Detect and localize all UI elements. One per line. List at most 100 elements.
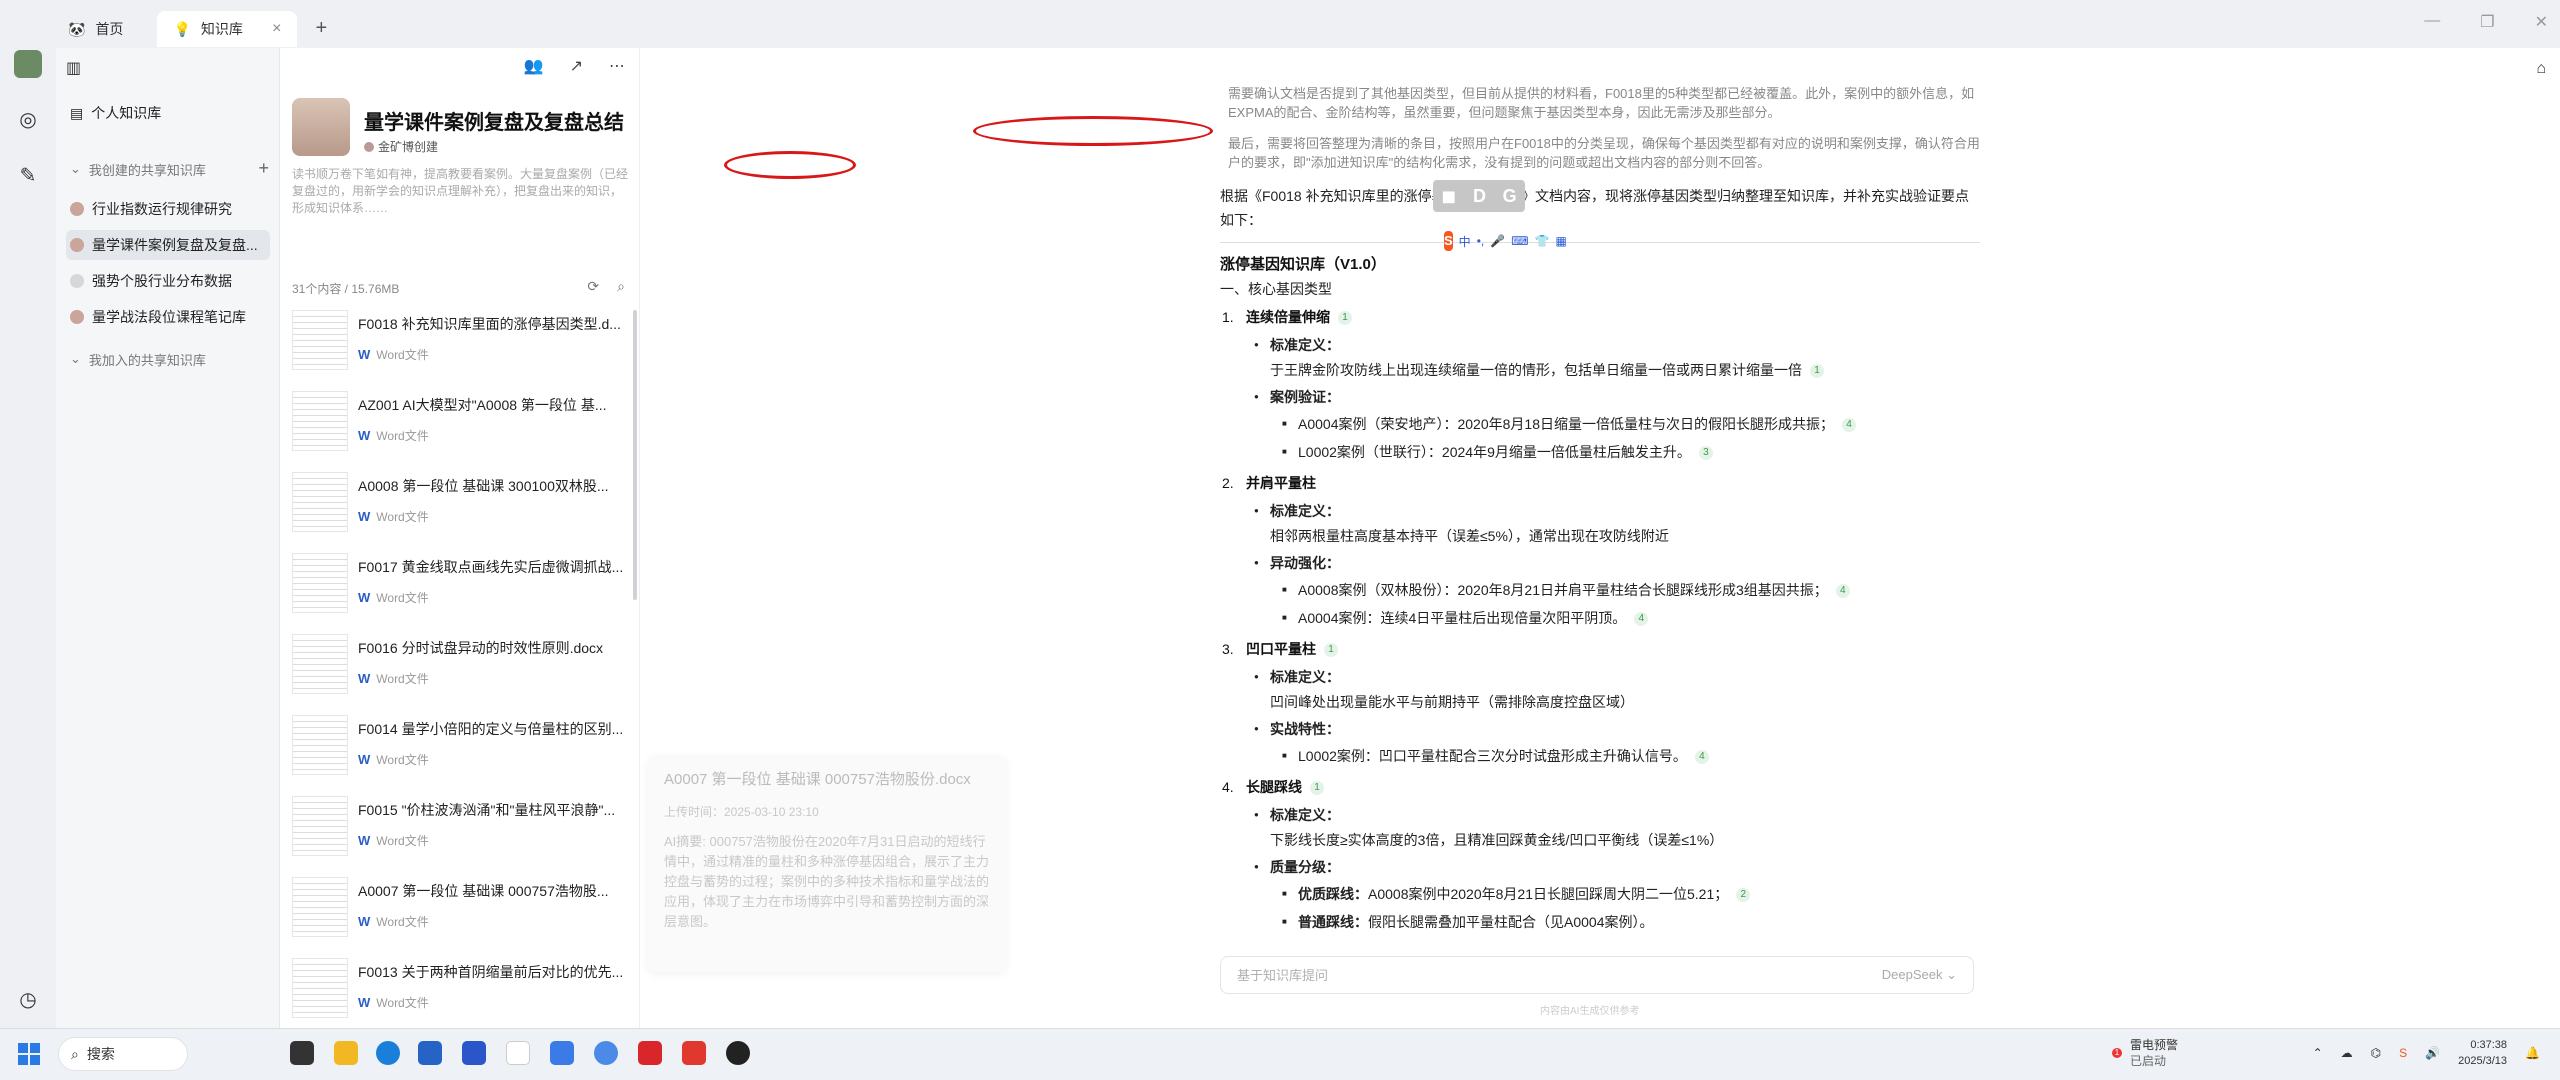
question-input[interactable]: [1221, 957, 1781, 993]
word-icon: W: [358, 671, 371, 686]
sidebar-item-kb-3[interactable]: 强势个股行业分布数据: [66, 266, 270, 296]
notification-bell-icon[interactable]: 🔔: [2525, 1046, 2540, 1060]
store-icon[interactable]: [418, 1041, 442, 1065]
document-item[interactable]: F0017 黄金线取点画线先实后虚微调抓战... W Word文件: [292, 553, 632, 633]
clean-icon[interactable]: ⌂: [2536, 60, 2546, 78]
sub-label: 案例验证：: [1220, 384, 1980, 410]
citation-badge[interactable]: 1: [1324, 643, 1338, 658]
sidebar-toggle-icon[interactable]: ▥: [66, 58, 81, 78]
cloud-off-icon[interactable]: ☁: [2341, 1046, 2353, 1060]
kb-avatar-icon: [70, 238, 84, 252]
punct-icon[interactable]: •,: [1477, 234, 1485, 248]
gene-type-item: 1.连续倍量伸缩1标准定义：于王牌金阶攻防线上出现连续缩量一倍的情形，包括单日缩…: [1220, 304, 1980, 466]
kb-cover-avatar: [292, 98, 350, 156]
ime-panel[interactable]: ◼ D G: [1433, 180, 1525, 212]
kb-avatar-icon: [70, 274, 84, 288]
sogou-tray-icon[interactable]: S: [2399, 1046, 2407, 1060]
citation-badge[interactable]: 4: [1835, 584, 1850, 599]
preview-title: A0007 第一段位 基础课 000757浩物股份.docx: [664, 771, 971, 788]
citation-badge[interactable]: 1: [1810, 364, 1824, 379]
citation-badge[interactable]: 4: [1634, 612, 1649, 627]
edge-icon[interactable]: [376, 1041, 400, 1065]
document-item[interactable]: F0013 关于两种首阴缩量前后对比的优先... W Word文件: [292, 958, 632, 1028]
citation-badge[interactable]: 2: [1736, 888, 1751, 903]
gene-type-heading: 2. 并肩平量柱: [1220, 470, 1980, 496]
close-window-icon[interactable]: ✕: [2535, 12, 2548, 32]
more-icon[interactable]: ⋯: [609, 56, 625, 76]
ime-letter-d: D: [1472, 185, 1486, 206]
document-item[interactable]: F0018 补充知识库里面的涨停基因类型.d... W Word文件: [292, 310, 632, 390]
ime-toolbar[interactable]: S 中 •, 🎤 ⌨ 👕 ▦: [1444, 230, 1567, 252]
sidebar-section-joined[interactable]: ⌄ 我加入的共享知识库: [66, 344, 270, 374]
citation-badge[interactable]: 1: [1310, 781, 1324, 796]
volume-icon[interactable]: 🔊: [2425, 1046, 2440, 1060]
doc-thumbnail: [292, 472, 348, 532]
network-icon[interactable]: ⌬: [2371, 1046, 2381, 1060]
citation-badge[interactable]: 4: [1694, 750, 1709, 765]
task-view-icon[interactable]: [290, 1041, 314, 1065]
gene-type-heading: 3. 凹口平量柱 1: [1220, 636, 1980, 662]
discover-icon[interactable]: ◎: [16, 108, 40, 132]
doc-type: W Word文件: [358, 832, 429, 849]
history-icon[interactable]: ◷: [16, 988, 40, 1012]
citation-badge[interactable]: 1: [1338, 311, 1352, 326]
document-item[interactable]: F0014 量学小倍阳的定义与倍量柱的区别... W Word文件: [292, 715, 632, 795]
panda-app-icon[interactable]: [506, 1041, 530, 1065]
skin-icon[interactable]: 👕: [1535, 234, 1550, 248]
user-avatar[interactable]: [14, 50, 42, 78]
model-select[interactable]: DeepSeek ⌄: [1882, 967, 1957, 983]
taskbar-search[interactable]: ⌕ 搜索: [58, 1037, 188, 1071]
clock[interactable]: 0:37:38 2025/3/13: [2458, 1037, 2507, 1069]
add-tab-button[interactable]: +: [315, 17, 327, 40]
sidebar-item-kb-4[interactable]: 量学战法段位课程笔记库: [66, 302, 270, 332]
weather-title: 雷电预警: [2130, 1038, 2179, 1052]
item-number: 4.: [1222, 779, 1234, 795]
refresh-icon[interactable]: ⟳: [587, 278, 599, 295]
tab-home[interactable]: 🐼 首页: [52, 11, 139, 47]
pdf-icon[interactable]: [638, 1041, 662, 1065]
answer-heading: 涨停基因知识库（V1.0）: [1220, 256, 1386, 273]
document-item[interactable]: A0008 第一段位 基础课 300100双林股... W Word文件: [292, 472, 632, 552]
grid-icon[interactable]: ▦: [1555, 234, 1566, 248]
document-item[interactable]: F0016 分时试盘异动的时效性原则.docx W Word文件: [292, 634, 632, 714]
edit-icon[interactable]: ✎: [16, 164, 40, 188]
add-kb-icon[interactable]: +: [258, 158, 269, 179]
document-item[interactable]: F0015 "价柱波涛汹涌"和"量柱风平浪静"... W Word文件: [292, 796, 632, 876]
windows-start-icon[interactable]: [18, 1043, 40, 1065]
ime-lang[interactable]: 中: [1459, 233, 1471, 250]
sidebar-item-kb-1[interactable]: 行业指数运行规律研究: [66, 194, 270, 224]
pen-icon[interactable]: [462, 1041, 486, 1065]
definition-text: 凹间峰处出现量能水平与前期持平（需排除高度控盘区域）: [1220, 690, 1980, 714]
members-icon[interactable]: 👥: [524, 56, 544, 76]
preview-summary: AI摘要: 000757浩物股份在2020年7月31日启动的短线行情中，通过精准…: [664, 834, 990, 929]
qq-icon[interactable]: [726, 1041, 750, 1065]
file-explorer-icon[interactable]: [334, 1041, 358, 1065]
document-item[interactable]: AZ001 AI大模型对"A0008 第一段位 基... W Word文件: [292, 391, 632, 471]
sidebar-item-personal-kb[interactable]: ▤ 个人知识库: [66, 98, 270, 128]
sidebar-item-kb-2[interactable]: 量学课件案例复盘及复盘...: [66, 230, 270, 260]
keyboard-icon[interactable]: ⌨: [1511, 234, 1528, 248]
weather-widget[interactable]: 1 雷电预警 已启动: [2112, 1037, 2178, 1069]
browser-icon[interactable]: [594, 1041, 618, 1065]
thinking-paragraph-1: 需要确认文档是否提到了其他基因类型，但目前从提供的材料看，F0018里的5种类型…: [1228, 86, 1975, 120]
citation-badge[interactable]: 3: [1698, 446, 1713, 461]
maximize-icon[interactable]: ❐: [2480, 12, 2494, 32]
search-icon[interactable]: ⌕: [617, 278, 625, 295]
minimize-icon[interactable]: —: [2424, 12, 2440, 32]
document-item[interactable]: A0007 第一段位 基础课 000757浩物股... W Word文件: [292, 877, 632, 957]
case-bullet: A0004案例（荣安地产）：2020年8月18日缩量一倍低量柱与次日的假阳长腿形…: [1220, 410, 1980, 438]
share-icon[interactable]: ↗: [570, 56, 583, 76]
tab-knowledge-base[interactable]: 💡 知识库 ×: [157, 11, 298, 47]
citation-badge[interactable]: 4: [1841, 418, 1856, 433]
chevron-up-icon[interactable]: ⌃: [2313, 1046, 2323, 1060]
word-icon: W: [358, 995, 371, 1010]
item-title: 连续倍量伸缩: [1246, 309, 1330, 325]
wps-icon[interactable]: [682, 1041, 706, 1065]
clock-date: 2025/3/13: [2458, 1055, 2508, 1067]
sidebar-section-created[interactable]: ⌄ 我创建的共享知识库: [66, 154, 270, 184]
scrollbar-thumb[interactable]: [633, 310, 637, 600]
mic-icon[interactable]: 🎤: [1490, 234, 1505, 248]
kb-avatar-icon: [70, 310, 84, 324]
app-icon[interactable]: [550, 1041, 574, 1065]
close-tab-icon[interactable]: ×: [272, 20, 281, 38]
